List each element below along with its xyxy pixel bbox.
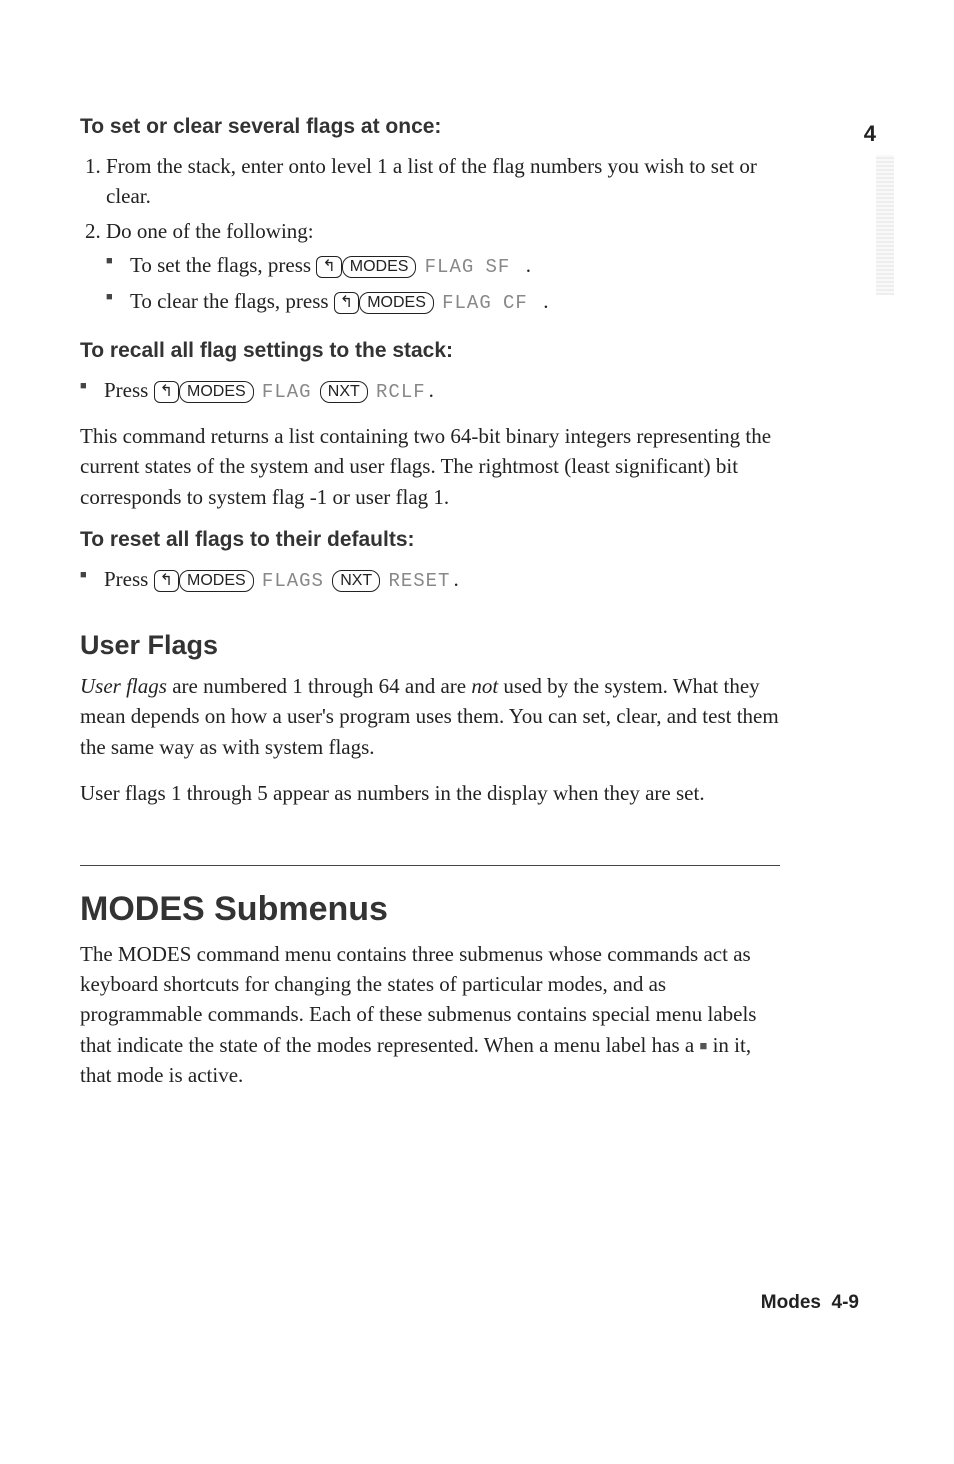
recall-pre: Press: [104, 378, 154, 402]
menu-flag: FLAG: [259, 381, 315, 403]
step-1: From the stack, enter onto level 1 a lis…: [106, 151, 780, 212]
reset-step: Press ↰MODES FLAGS NXT RESET.: [104, 564, 780, 596]
modes-key: MODES: [359, 292, 434, 314]
nxt-key: NXT: [332, 570, 380, 592]
left-shift-key: ↰: [316, 256, 341, 278]
left-shift-key: ↰: [154, 381, 179, 403]
menu-sf: SF: [483, 256, 526, 278]
menu-rclf: RCLF: [373, 381, 429, 403]
menu-flags: FLAGS: [259, 570, 327, 592]
period: .: [453, 567, 458, 591]
substep-clear-pre: To clear the flags, press: [130, 289, 334, 313]
heading-reset-flags: To reset all flags to their defaults:: [80, 528, 780, 552]
section-divider: [80, 865, 780, 866]
page: 4 To set or clear several flags at once:…: [0, 0, 954, 1464]
period: .: [543, 289, 548, 313]
step-2-sublist: To set the flags, press ↰MODES FLAG SF .…: [106, 250, 780, 317]
menu-flag: FLAG: [422, 256, 478, 278]
substep-clear: To clear the flags, press ↰MODES FLAG CF…: [130, 286, 780, 318]
userflags-not: not: [471, 674, 498, 698]
heading-modes-submenus: MODES Submenus: [80, 890, 780, 929]
side-page-number: 4: [864, 121, 876, 147]
left-shift-key: ↰: [154, 570, 179, 592]
nxt-key: NXT: [320, 381, 368, 403]
modes-para: The MODES command menu contains three su…: [80, 939, 780, 1091]
modes-key: MODES: [179, 570, 254, 592]
heading-user-flags: User Flags: [80, 630, 780, 661]
left-shift-key: ↰: [334, 292, 359, 314]
recall-paragraph: This command returns a list containing t…: [80, 421, 780, 512]
reset-pre: Press: [104, 567, 154, 591]
period: .: [526, 253, 531, 277]
userflags-para2: User flags 1 through 5 appear as numbers…: [80, 778, 780, 808]
period: .: [429, 378, 434, 402]
userflags-term: User flags: [80, 674, 167, 698]
recall-list: Press ↰MODES FLAG NXT RCLF.: [80, 375, 780, 407]
heading-recall-flags: To recall all flag settings to the stack…: [80, 339, 780, 363]
menu-cf: CF: [500, 292, 543, 314]
modes-key: MODES: [342, 256, 417, 278]
thumb-tab: [876, 155, 894, 295]
recall-step: Press ↰MODES FLAG NXT RCLF.: [104, 375, 780, 407]
content-column: To set or clear several flags at once: F…: [80, 115, 780, 1091]
step-2: Do one of the following: To set the flag…: [106, 216, 780, 318]
modes-key: MODES: [179, 381, 254, 403]
reset-list: Press ↰MODES FLAGS NXT RESET.: [80, 564, 780, 596]
footer-page: 4-9: [832, 1292, 859, 1313]
step-2-text: Do one of the following:: [106, 219, 314, 243]
substep-set: To set the flags, press ↰MODES FLAG SF .: [130, 250, 780, 282]
menu-reset: RESET: [385, 570, 453, 592]
steps-list: From the stack, enter onto level 1 a lis…: [80, 151, 780, 317]
userflags-p1b: are numbered 1 through 64 and are: [167, 674, 471, 698]
menu-flag: FLAG: [439, 292, 495, 314]
heading-set-clear-flags: To set or clear several flags at once:: [80, 115, 780, 139]
footer-label: Modes: [761, 1292, 821, 1313]
modes-para-a: The MODES command menu contains three su…: [80, 942, 756, 1057]
userflags-para1: User flags are numbered 1 through 64 and…: [80, 671, 780, 762]
page-footer: Modes 4-9: [761, 1292, 859, 1314]
substep-set-pre: To set the flags, press: [130, 253, 316, 277]
